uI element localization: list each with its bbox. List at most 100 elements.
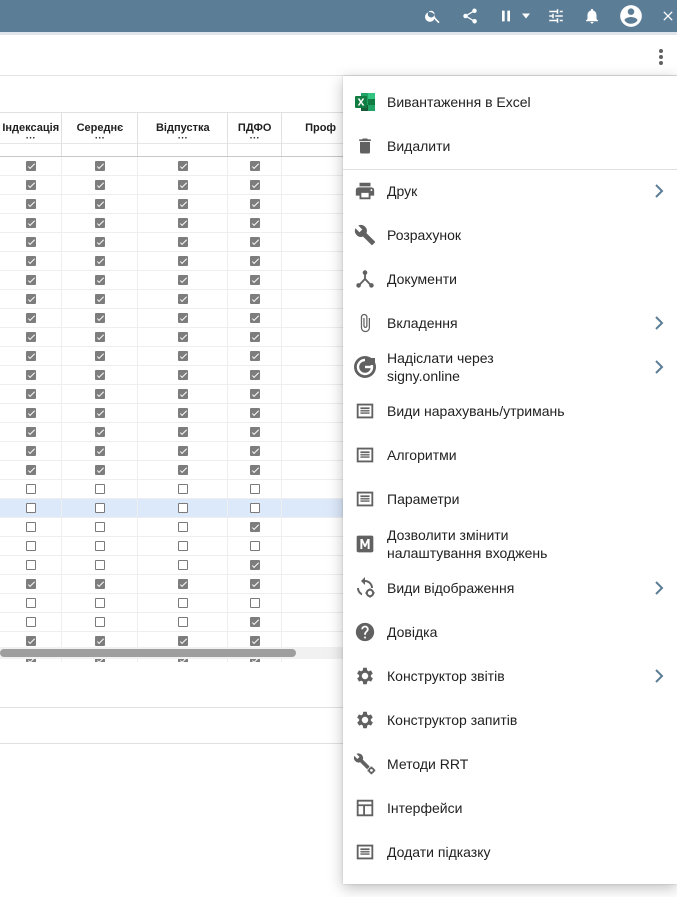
checkbox[interactable]	[249, 597, 260, 608]
checkbox[interactable]	[25, 521, 36, 532]
table-row[interactable]	[0, 251, 360, 271]
checkbox[interactable]	[177, 160, 188, 171]
table-row[interactable]	[0, 593, 360, 613]
column-header[interactable]: ПДФО ···	[227, 112, 283, 157]
checkbox[interactable]	[177, 312, 188, 323]
table-row[interactable]	[0, 612, 360, 632]
checkbox[interactable]	[25, 635, 36, 646]
checkbox[interactable]	[249, 426, 260, 437]
checkbox[interactable]	[25, 236, 36, 247]
checkbox[interactable]	[94, 293, 105, 304]
checkbox[interactable]	[177, 388, 188, 399]
checkbox[interactable]	[177, 464, 188, 475]
checkbox[interactable]	[94, 540, 105, 551]
menu-item-11[interactable]: Дозволити змінити налаштування входжень	[343, 522, 677, 566]
menu-item-2[interactable]: Видалити	[343, 124, 677, 168]
pause-icon[interactable]	[497, 0, 515, 32]
bell-icon[interactable]	[581, 0, 603, 32]
checkbox[interactable]	[25, 445, 36, 456]
column-header[interactable]: Відпустка ···	[137, 112, 229, 157]
search-icon[interactable]	[422, 0, 444, 32]
checkbox[interactable]	[94, 597, 105, 608]
menu-item-6[interactable]: Вкладення	[343, 301, 677, 345]
checkbox[interactable]	[249, 388, 260, 399]
table-row[interactable]	[0, 403, 360, 423]
checkbox[interactable]	[177, 236, 188, 247]
close-icon[interactable]	[657, 0, 677, 32]
table-row[interactable]	[0, 308, 360, 328]
menu-item-17[interactable]: Інтерфейси	[343, 786, 677, 830]
menu-item-3[interactable]: Друк	[343, 169, 677, 213]
checkbox[interactable]	[249, 578, 260, 589]
checkbox[interactable]	[94, 255, 105, 266]
checkbox[interactable]	[25, 312, 36, 323]
menu-item-5[interactable]: Документи	[343, 257, 677, 301]
checkbox[interactable]	[249, 236, 260, 247]
checkbox[interactable]	[94, 369, 105, 380]
checkbox[interactable]	[25, 255, 36, 266]
checkbox[interactable]	[25, 616, 36, 627]
menu-item-7[interactable]: Надіслати через signy.online	[343, 345, 677, 389]
checkbox[interactable]	[249, 559, 260, 570]
checkbox[interactable]	[177, 559, 188, 570]
table-row[interactable]	[0, 536, 360, 556]
checkbox[interactable]	[177, 483, 188, 494]
menu-item-1[interactable]: Вивантаження в Excel	[343, 80, 677, 124]
menu-item-16[interactable]: Методи RRT	[343, 742, 677, 786]
checkbox[interactable]	[25, 597, 36, 608]
checkbox[interactable]	[249, 255, 260, 266]
table-row[interactable]	[0, 327, 360, 347]
table-row[interactable]	[0, 289, 360, 309]
table-row[interactable]	[0, 365, 360, 385]
menu-item-4[interactable]: Розрахунок	[343, 213, 677, 257]
horizontal-scrollbar[interactable]	[0, 649, 296, 657]
checkbox[interactable]	[177, 350, 188, 361]
checkbox[interactable]	[94, 559, 105, 570]
checkbox[interactable]	[25, 350, 36, 361]
checkbox[interactable]	[94, 445, 105, 456]
checkbox[interactable]	[94, 407, 105, 418]
account-icon[interactable]	[617, 0, 645, 32]
checkbox[interactable]	[94, 483, 105, 494]
table-row[interactable]	[0, 498, 360, 518]
checkbox[interactable]	[249, 198, 260, 209]
checkbox[interactable]	[25, 540, 36, 551]
checkbox[interactable]	[177, 445, 188, 456]
checkbox[interactable]	[249, 540, 260, 551]
chevron-down-icon[interactable]	[518, 0, 534, 32]
menu-item-18[interactable]: Додати підказку	[343, 830, 677, 874]
checkbox[interactable]	[94, 198, 105, 209]
checkbox[interactable]	[94, 521, 105, 532]
checkbox[interactable]	[177, 369, 188, 380]
table-row[interactable]	[0, 441, 360, 461]
menu-item-8[interactable]: Види нарахувань/утримань	[343, 389, 677, 433]
table-row[interactable]	[0, 422, 360, 442]
checkbox[interactable]	[94, 331, 105, 342]
checkbox[interactable]	[94, 464, 105, 475]
checkbox[interactable]	[177, 597, 188, 608]
menu-item-14[interactable]: Конструктор звітів	[343, 654, 677, 698]
checkbox[interactable]	[177, 635, 188, 646]
checkbox[interactable]	[94, 502, 105, 513]
menu-item-15[interactable]: Конструктор запитів	[343, 698, 677, 742]
checkbox[interactable]	[177, 502, 188, 513]
checkbox[interactable]	[25, 160, 36, 171]
checkbox[interactable]	[177, 578, 188, 589]
checkbox[interactable]	[94, 426, 105, 437]
checkbox[interactable]	[25, 369, 36, 380]
checkbox[interactable]	[94, 635, 105, 646]
checkbox[interactable]	[249, 312, 260, 323]
checkbox[interactable]	[177, 217, 188, 228]
table-row[interactable]	[0, 384, 360, 404]
checkbox[interactable]	[249, 483, 260, 494]
checkbox[interactable]	[94, 350, 105, 361]
checkbox[interactable]	[94, 236, 105, 247]
checkbox[interactable]	[177, 274, 188, 285]
checkbox[interactable]	[249, 464, 260, 475]
table-row[interactable]	[0, 574, 360, 594]
table-row[interactable]	[0, 479, 360, 499]
checkbox[interactable]	[249, 616, 260, 627]
checkbox[interactable]	[25, 559, 36, 570]
checkbox[interactable]	[249, 445, 260, 456]
checkbox[interactable]	[25, 331, 36, 342]
